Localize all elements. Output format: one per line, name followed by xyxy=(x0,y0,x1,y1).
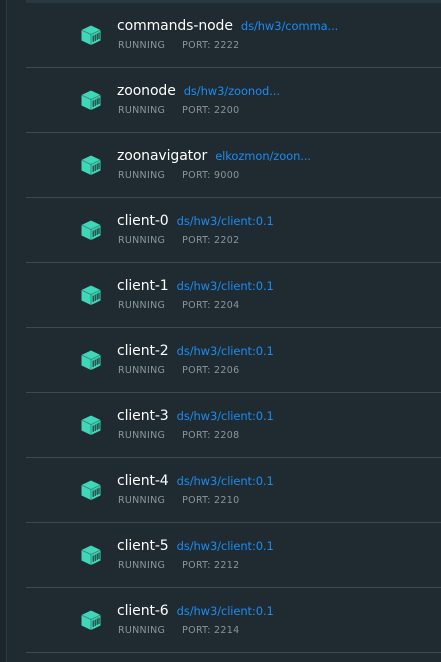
container-meta: RUNNING PORT: 9000 xyxy=(118,170,239,181)
container-row-commands-node[interactable]: commands-node ds/hw3/comma... RUNNING POR… xyxy=(26,3,441,68)
container-title-line: client-2 ds/hw3/client:0.1 xyxy=(117,343,274,359)
container-icon xyxy=(81,610,101,630)
container-name[interactable]: client-5 xyxy=(117,538,169,554)
container-row-zoonode[interactable]: zoonode ds/hw3/zoonod... RUNNING PORT: 22… xyxy=(26,68,441,133)
container-icon xyxy=(81,480,101,500)
container-icon xyxy=(81,220,101,240)
container-status: RUNNING xyxy=(118,40,166,51)
container-row-client-0[interactable]: client-0 ds/hw3/client:0.1 RUNNING PORT: … xyxy=(26,198,441,263)
container-row-client-1[interactable]: client-1 ds/hw3/client:0.1 RUNNING PORT: … xyxy=(26,263,441,328)
container-port: PORT: 2200 xyxy=(182,105,240,116)
container-list: commands-node ds/hw3/comma... RUNNING POR… xyxy=(0,3,441,653)
container-name[interactable]: commands-node xyxy=(117,18,233,34)
container-meta: RUNNING PORT: 2212 xyxy=(118,560,239,571)
container-image-link[interactable]: ds/hw3/client:0.1 xyxy=(177,604,274,618)
container-name[interactable]: client-0 xyxy=(117,213,169,229)
container-status: RUNNING xyxy=(118,235,166,246)
container-port: PORT: 2210 xyxy=(182,495,240,506)
container-image-link[interactable]: ds/hw3/client:0.1 xyxy=(177,279,274,293)
container-title-line: zoonode ds/hw3/zoonod... xyxy=(117,83,280,99)
container-name[interactable]: client-2 xyxy=(117,343,169,359)
container-name[interactable]: zoonode xyxy=(117,83,176,99)
container-title-line: client-3 ds/hw3/client:0.1 xyxy=(117,408,274,424)
container-port: PORT: 2214 xyxy=(182,625,240,636)
container-port: PORT: 2222 xyxy=(182,40,240,51)
container-image-link[interactable]: elkozmon/zoon... xyxy=(215,149,311,163)
container-name[interactable]: client-6 xyxy=(117,603,169,619)
container-status: RUNNING xyxy=(118,105,166,116)
container-meta: RUNNING PORT: 2206 xyxy=(118,365,239,376)
container-image-link[interactable]: ds/hw3/zoonod... xyxy=(184,84,280,98)
container-name[interactable]: client-1 xyxy=(117,278,169,294)
container-icon xyxy=(81,90,101,110)
container-image-link[interactable]: ds/hw3/comma... xyxy=(241,19,338,33)
container-status: RUNNING xyxy=(118,170,166,181)
container-image-link[interactable]: ds/hw3/client:0.1 xyxy=(177,214,274,228)
container-meta: RUNNING PORT: 2200 xyxy=(118,105,239,116)
container-image-link[interactable]: ds/hw3/client:0.1 xyxy=(177,539,274,553)
container-icon xyxy=(81,545,101,565)
container-icon xyxy=(81,415,101,435)
container-row-client-6[interactable]: client-6 ds/hw3/client:0.1 RUNNING PORT: … xyxy=(26,588,441,653)
container-image-link[interactable]: ds/hw3/client:0.1 xyxy=(177,344,274,358)
container-image-link[interactable]: ds/hw3/client:0.1 xyxy=(177,409,274,423)
container-title-line: client-0 ds/hw3/client:0.1 xyxy=(117,213,274,229)
container-icon xyxy=(81,155,101,175)
container-meta: RUNNING PORT: 2208 xyxy=(118,430,239,441)
container-row-client-5[interactable]: client-5 ds/hw3/client:0.1 RUNNING PORT: … xyxy=(26,523,441,588)
container-status: RUNNING xyxy=(118,365,166,376)
container-name[interactable]: client-4 xyxy=(117,473,169,489)
container-port: PORT: 2206 xyxy=(182,365,240,376)
container-row-client-2[interactable]: client-2 ds/hw3/client:0.1 RUNNING PORT: … xyxy=(26,328,441,393)
container-row-client-4[interactable]: client-4 ds/hw3/client:0.1 RUNNING PORT: … xyxy=(26,458,441,523)
container-port: PORT: 2202 xyxy=(182,235,240,246)
container-port: PORT: 2212 xyxy=(182,560,240,571)
container-meta: RUNNING PORT: 2214 xyxy=(118,625,239,636)
container-meta: RUNNING PORT: 2210 xyxy=(118,495,239,506)
container-list-panel: commands-node ds/hw3/comma... RUNNING POR… xyxy=(0,0,441,662)
container-status: RUNNING xyxy=(118,560,166,571)
container-meta: RUNNING PORT: 2222 xyxy=(118,40,239,51)
container-meta: RUNNING PORT: 2204 xyxy=(118,300,239,311)
container-status: RUNNING xyxy=(118,300,166,311)
container-title-line: client-6 ds/hw3/client:0.1 xyxy=(117,603,274,619)
container-name[interactable]: client-3 xyxy=(117,408,169,424)
container-image-link[interactable]: ds/hw3/client:0.1 xyxy=(177,474,274,488)
container-icon xyxy=(81,25,101,45)
container-title-line: client-5 ds/hw3/client:0.1 xyxy=(117,538,274,554)
container-name[interactable]: zoonavigator xyxy=(117,148,207,164)
container-title-line: commands-node ds/hw3/comma... xyxy=(117,18,338,34)
container-status: RUNNING xyxy=(118,430,166,441)
container-status: RUNNING xyxy=(118,625,166,636)
container-title-line: client-1 ds/hw3/client:0.1 xyxy=(117,278,274,294)
container-title-line: client-4 ds/hw3/client:0.1 xyxy=(117,473,274,489)
container-port: PORT: 9000 xyxy=(182,170,240,181)
container-row-client-3[interactable]: client-3 ds/hw3/client:0.1 RUNNING PORT: … xyxy=(26,393,441,458)
container-row-zoonavigator[interactable]: zoonavigator elkozmon/zoon... RUNNING POR… xyxy=(26,133,441,198)
container-icon xyxy=(81,285,101,305)
container-icon xyxy=(81,350,101,370)
container-port: PORT: 2208 xyxy=(182,430,240,441)
container-status: RUNNING xyxy=(118,495,166,506)
container-title-line: zoonavigator elkozmon/zoon... xyxy=(117,148,311,164)
container-port: PORT: 2204 xyxy=(182,300,240,311)
container-meta: RUNNING PORT: 2202 xyxy=(118,235,239,246)
